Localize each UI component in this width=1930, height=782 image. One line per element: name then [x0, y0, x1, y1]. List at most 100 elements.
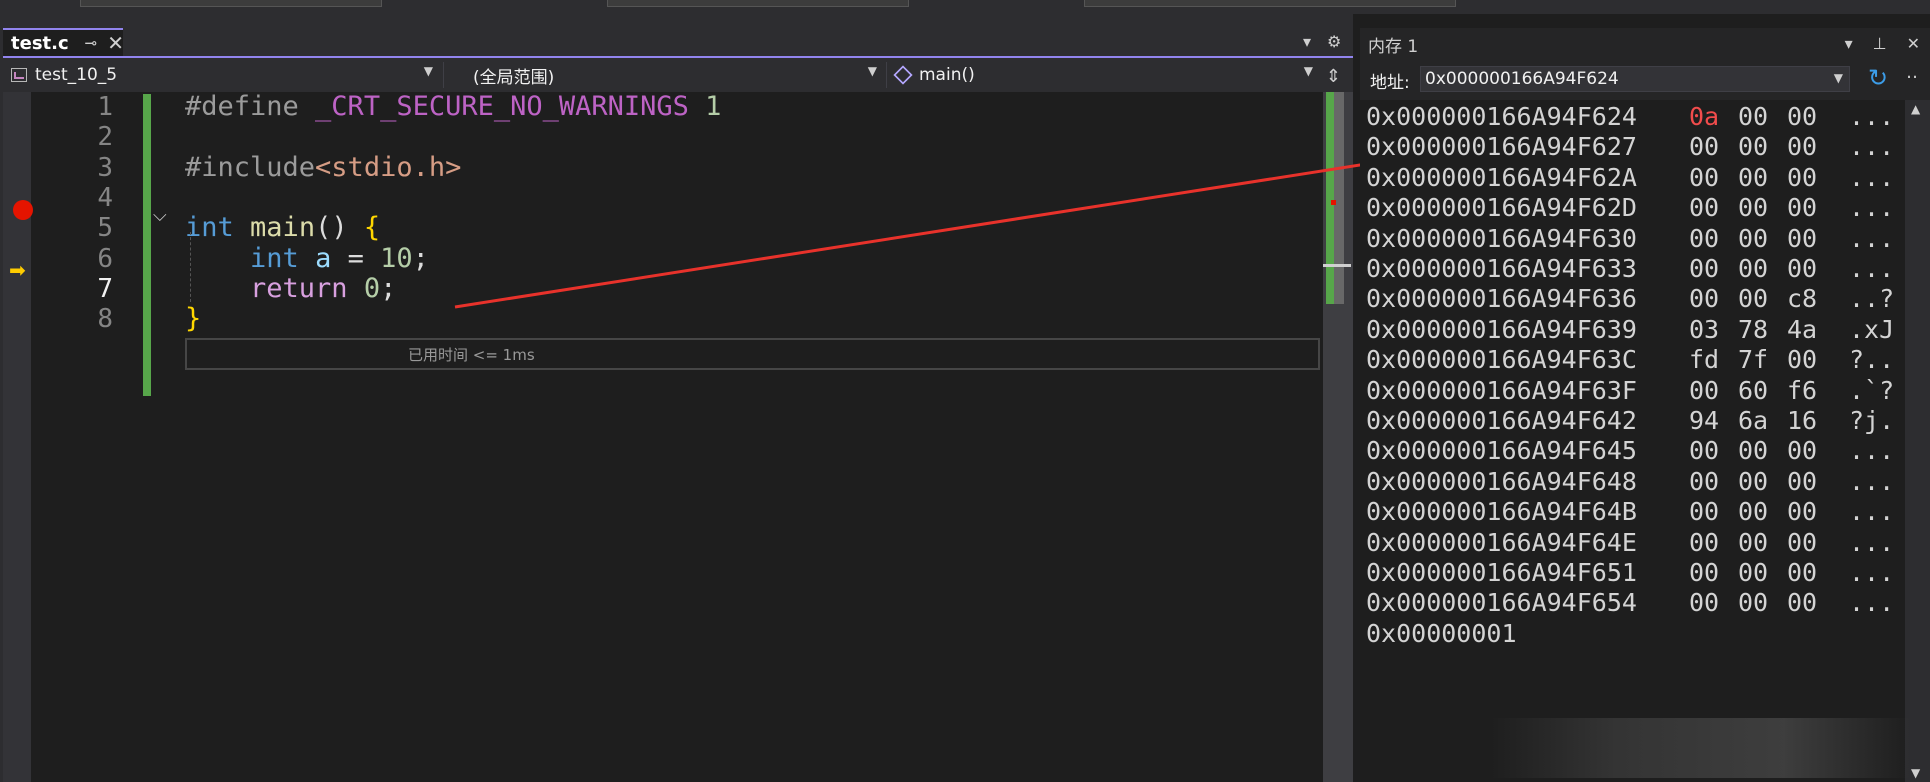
- memory-byte[interactable]: 00: [1738, 132, 1768, 161]
- memory-byte[interactable]: 00: [1689, 467, 1719, 496]
- memory-byte[interactable]: 4a: [1787, 315, 1817, 344]
- memory-byte[interactable]: 00: [1738, 528, 1768, 557]
- memory-byte[interactable]: 00: [1787, 163, 1817, 192]
- toolbar-combo[interactable]: [607, 0, 909, 7]
- code-token: return: [250, 272, 348, 304]
- pin-icon[interactable]: ⊸: [85, 34, 98, 52]
- memory-byte[interactable]: 00: [1689, 224, 1719, 253]
- memory-byte[interactable]: 00: [1787, 254, 1817, 283]
- memory-byte[interactable]: 00: [1787, 102, 1817, 131]
- fold-chevron-icon[interactable]: ⌵: [153, 205, 167, 226]
- memory-ascii: ...: [1849, 132, 1895, 162]
- memory-byte[interactable]: 00: [1689, 436, 1719, 465]
- memory-byte[interactable]: fd: [1689, 345, 1719, 374]
- memory-ascii: ...: [1849, 588, 1895, 618]
- memory-byte[interactable]: 00: [1689, 163, 1719, 192]
- memory-byte[interactable]: c8: [1787, 284, 1817, 313]
- toolbar-combo[interactable]: [1084, 0, 1456, 7]
- memory-ascii: .`?: [1849, 375, 1895, 405]
- memory-byte[interactable]: 00: [1689, 376, 1719, 405]
- memory-byte[interactable]: 00: [1787, 224, 1817, 253]
- settings-icon[interactable]: ⚙: [1327, 32, 1341, 51]
- memory-byte[interactable]: 00: [1738, 254, 1768, 283]
- scope-dropdown[interactable]: (全局范围) ▼: [473, 62, 883, 88]
- refresh-icon[interactable]: ↻: [1868, 64, 1888, 92]
- memory-byte[interactable]: 00: [1787, 467, 1817, 496]
- memory-byte[interactable]: 60: [1738, 376, 1768, 405]
- memory-byte[interactable]: 00: [1738, 436, 1768, 465]
- memory-ascii: ...: [1849, 223, 1895, 253]
- memory-byte[interactable]: 00: [1787, 345, 1817, 374]
- memory-byte[interactable]: 00: [1738, 193, 1768, 222]
- perf-tip[interactable]: 已用时间 <= 1ms: [408, 344, 535, 365]
- memory-byte[interactable]: 00: [1738, 588, 1768, 617]
- code-line[interactable]: }: [185, 303, 201, 334]
- code-line[interactable]: return 0;: [185, 273, 396, 304]
- memory-byte[interactable]: 00: [1787, 528, 1817, 557]
- memory-ascii: ...: [1849, 162, 1895, 192]
- code-line[interactable]: #define _CRT_SECURE_NO_WARNINGS 1: [185, 91, 721, 122]
- memory-byte[interactable]: 00: [1689, 193, 1719, 222]
- address-input[interactable]: 0x000000166A94F624 ▼: [1420, 66, 1850, 92]
- memory-ascii: ...: [1849, 497, 1895, 527]
- memory-address: 0x000000166A94F624: [1366, 102, 1637, 131]
- scope-label: (全局范围): [473, 67, 555, 88]
- code-token: _CRT_SECURE_NO_WARNINGS: [315, 91, 689, 122]
- dropdown-icon[interactable]: ▾: [1303, 32, 1311, 51]
- memory-ascii: ..?: [1849, 284, 1895, 314]
- memory-byte[interactable]: 6a: [1738, 406, 1768, 435]
- dropdown-icon[interactable]: ▾: [1845, 34, 1853, 53]
- memory-byte[interactable]: 7f: [1738, 345, 1768, 374]
- toolbar-combo[interactable]: [80, 0, 382, 7]
- memory-byte[interactable]: 00: [1787, 193, 1817, 222]
- memory-grid[interactable]: 0x000000166A94F624 0a 00 00... 0x000000166A9…: [1360, 100, 1905, 782]
- pin-icon[interactable]: ⊥: [1873, 34, 1887, 53]
- memory-scrollbar[interactable]: ▲ ▼: [1905, 100, 1930, 782]
- chevron-down-icon: ▼: [1833, 71, 1843, 85]
- editor-vertical-scrollbar[interactable]: [1323, 92, 1353, 782]
- memory-byte[interactable]: 00: [1689, 558, 1719, 587]
- memory-byte[interactable]: 16: [1787, 406, 1817, 435]
- memory-byte[interactable]: 78: [1738, 315, 1768, 344]
- memory-byte[interactable]: 00: [1738, 497, 1768, 526]
- memory-byte[interactable]: 03: [1689, 315, 1719, 344]
- member-dropdown[interactable]: main() ▼: [889, 62, 1319, 88]
- memory-byte[interactable]: 00: [1738, 284, 1768, 313]
- memory-byte[interactable]: 00: [1738, 467, 1768, 496]
- code-line[interactable]: #include<stdio.h>: [185, 152, 461, 183]
- memory-byte[interactable]: 00: [1738, 102, 1768, 131]
- memory-byte[interactable]: 00: [1787, 588, 1817, 617]
- memory-byte[interactable]: 00: [1787, 558, 1817, 587]
- memory-address: 0x000000166A94F64B: [1366, 497, 1637, 527]
- memory-byte[interactable]: 94: [1689, 406, 1719, 435]
- close-icon[interactable]: ✕: [1907, 34, 1920, 53]
- memory-byte[interactable]: 00: [1738, 558, 1768, 587]
- scroll-up-icon[interactable]: ▲: [1911, 102, 1920, 116]
- code-line[interactable]: int main() {: [185, 212, 380, 243]
- close-icon[interactable]: ✕: [107, 31, 124, 55]
- memory-byte[interactable]: 00: [1689, 588, 1719, 617]
- memory-byte[interactable]: 0a: [1689, 102, 1719, 131]
- memory-byte[interactable]: 00: [1787, 132, 1817, 161]
- navigation-bar: test_10_5 ▼ (全局范围) ▼ main() ▼ ⇕: [3, 58, 1353, 93]
- memory-byte[interactable]: 00: [1689, 284, 1719, 313]
- memory-byte[interactable]: 00: [1689, 528, 1719, 557]
- more-icon[interactable]: ‥: [1906, 62, 1918, 83]
- code-area[interactable]: ➡ 1 #define _CRT_SECURE_NO_WARNINGS 1 2 3 #i…: [3, 91, 1353, 782]
- tab-test-c[interactable]: test.c ⊸ ✕: [3, 28, 124, 56]
- memory-byte[interactable]: 00: [1738, 163, 1768, 192]
- memory-byte[interactable]: f6: [1787, 376, 1817, 405]
- memory-byte[interactable]: 00: [1738, 224, 1768, 253]
- code-line[interactable]: int a = 10;: [185, 243, 429, 274]
- memory-byte[interactable]: 00: [1689, 497, 1719, 526]
- split-icon[interactable]: ⇕: [1326, 66, 1341, 87]
- line-number: 6: [97, 243, 113, 274]
- scroll-down-icon[interactable]: ▼: [1911, 766, 1920, 780]
- memory-byte[interactable]: 00: [1689, 132, 1719, 161]
- memory-byte[interactable]: 00: [1689, 254, 1719, 283]
- memory-byte[interactable]: 00: [1787, 436, 1817, 465]
- document-tab-bar: test.c ⊸ ✕ ▾ ⚙: [3, 14, 1353, 58]
- project-dropdown[interactable]: test_10_5 ▼: [3, 62, 439, 88]
- memory-byte[interactable]: 00: [1787, 497, 1817, 526]
